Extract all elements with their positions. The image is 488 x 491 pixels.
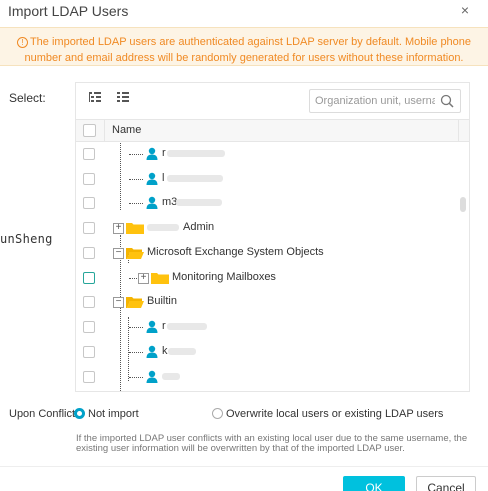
tree-connector [129,377,143,378]
footer-divider [0,466,488,467]
tree-row-user[interactable]: r [76,143,469,167]
row-checkbox[interactable] [83,222,95,234]
tree-row-ou[interactable]: − Microsoft Exchange System Objects [76,242,469,266]
overwrite-label[interactable]: Overwrite local users or existing LDAP u… [226,408,443,420]
search-box [309,89,461,113]
tree-connector [129,327,143,328]
redacted-text [167,323,207,330]
header-divider [458,120,459,142]
row-checkbox[interactable] [83,247,95,259]
side-text: unSheng [0,232,53,246]
tree-row-label: Builtin [147,295,177,307]
row-checkbox[interactable] [83,197,95,209]
expand-icon[interactable]: + [113,223,124,234]
folder-icon [151,273,169,284]
tree-row-ou[interactable]: + Monitoring Mailboxes [76,267,469,291]
search-input[interactable] [315,91,435,111]
collapse-icon[interactable]: − [113,248,124,259]
tree-row-user[interactable]: m3 [76,192,469,216]
tree-row-user[interactable]: r [76,316,469,340]
user-icon [146,370,158,383]
tree-row-label: m3 [162,196,178,208]
folder-icon [126,223,144,234]
tree-row-label: Monitoring Mailboxes [172,271,276,283]
not-import-label[interactable]: Not import [88,408,139,420]
redacted-text [167,175,223,182]
row-checkbox[interactable] [83,296,95,308]
redacted-text [162,373,180,380]
close-icon[interactable]: × [458,3,472,17]
user-icon [146,320,158,333]
tree-connector [129,154,143,155]
tree-connector [129,203,143,204]
row-checkbox[interactable] [83,272,95,284]
tree-row-label: k [162,345,168,357]
row-checkbox[interactable] [83,371,95,383]
tree-row-user[interactable]: l [76,168,469,192]
redacted-text [168,348,196,355]
info-icon: ! [16,37,28,48]
tree-connector [129,278,137,279]
tree-row-label: l [162,172,165,184]
search-icon[interactable] [440,94,454,108]
import-ldap-dialog: Import LDAP Users × ! The imported LDAP u… [0,0,488,491]
tree-row-label: Microsoft Exchange System Objects [147,246,324,258]
conflict-label: Upon Conflict: [9,408,79,420]
warning-text: The imported LDAP users are authenticate… [24,36,472,64]
select-label: Select: [9,91,46,105]
column-name-header: Name [112,124,142,136]
redacted-text [167,150,225,157]
expand-icon[interactable]: + [138,273,149,284]
redacted-text [147,224,179,231]
folder-open-icon [126,297,144,308]
user-icon [146,147,158,160]
header-divider [104,120,105,142]
row-checkbox[interactable] [83,148,95,160]
org-tree-panel: Name r l [75,82,470,392]
redacted-text [176,199,222,206]
row-checkbox[interactable] [83,321,95,333]
tree-connector [129,352,143,353]
collapse-all-icon[interactable] [116,91,130,105]
scrollbar-thumb[interactable] [460,197,466,212]
row-checkbox[interactable] [83,173,95,185]
collapse-icon[interactable]: − [113,297,124,308]
user-icon [146,172,158,185]
tree-row-label: r [162,147,166,159]
folder-open-icon [126,248,144,259]
tree-row-label: r [162,320,166,332]
row-checkbox[interactable] [83,346,95,358]
dialog-title: Import LDAP Users [8,3,129,19]
user-icon [146,345,158,358]
tree-connector [129,179,143,180]
tree-row-label: Admin [183,221,215,233]
table-header: Name [76,119,469,142]
overwrite-radio[interactable] [212,408,223,419]
expand-all-icon[interactable] [88,91,102,105]
conflict-note: If the imported LDAP user conflicts with… [76,433,468,454]
select-all-checkbox[interactable] [83,124,96,137]
cancel-button[interactable]: Cancel [416,476,476,491]
warning-banner: ! The imported LDAP users are authenticat… [0,27,488,66]
not-import-radio[interactable] [74,408,85,419]
tree-row-user[interactable]: k [76,341,469,365]
tree-row-user[interactable] [76,366,469,390]
ok-button[interactable]: OK [343,476,405,491]
tree-row-ou[interactable]: − Builtin [76,291,469,315]
tree-row-ou[interactable]: + Admin [76,217,469,241]
user-icon [146,196,158,209]
